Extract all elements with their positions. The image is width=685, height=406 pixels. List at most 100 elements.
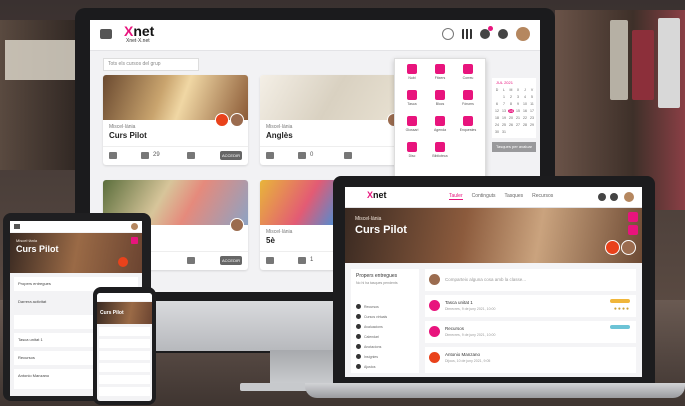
calendar-day[interactable]: 22	[522, 116, 528, 120]
calendar-day[interactable]: M	[508, 88, 514, 92]
logo[interactable]: Xnet	[124, 24, 154, 38]
no-notification-icon[interactable]	[187, 152, 195, 159]
edit-icon[interactable]	[131, 237, 138, 244]
list-item[interactable]	[99, 327, 150, 336]
menu-icon[interactable]	[100, 29, 112, 39]
list-item[interactable]	[99, 339, 150, 348]
calendar-day[interactable]: 26	[508, 123, 514, 127]
course-title[interactable]: Anglès	[266, 131, 293, 140]
chat-icon[interactable]	[610, 193, 618, 201]
list-item[interactable]	[99, 363, 150, 372]
sidebar-item[interactable]: Cursos virtuals	[356, 313, 387, 323]
feed-item[interactable]: Tasca unitat 1 Dimecres, 9 de juny 2021,…	[425, 295, 636, 317]
course-title[interactable]: 5è	[266, 236, 275, 245]
calendar-day[interactable]: 18	[494, 116, 500, 120]
app-item[interactable]: Glossari	[399, 115, 425, 137]
calendar-day[interactable]: 3	[515, 95, 521, 99]
chat-icon[interactable]	[498, 29, 508, 39]
access-button[interactable]: ACCEDIR	[220, 151, 242, 160]
calendar-day[interactable]: 1	[501, 95, 507, 99]
no-notification-icon[interactable]	[187, 257, 195, 264]
calendar-day[interactable]: 14	[508, 109, 514, 113]
chat-icon[interactable]	[109, 152, 117, 159]
calendar-day[interactable]: 10	[522, 102, 528, 106]
calendar-day[interactable]: 28	[522, 123, 528, 127]
pending-tasks-button[interactable]: Tasques per avaluar	[492, 142, 536, 152]
apps-grid-icon[interactable]	[462, 29, 472, 39]
no-notification-icon[interactable]	[344, 152, 352, 159]
chat-icon[interactable]	[266, 257, 274, 264]
app-item[interactable]: Agenda	[427, 115, 453, 137]
calendar-day[interactable]: J	[522, 88, 528, 92]
app-item[interactable]: Correu	[455, 63, 481, 85]
bell-icon[interactable]	[480, 26, 493, 39]
calendar-day[interactable]: 8	[508, 102, 514, 106]
avatar[interactable]	[516, 27, 530, 41]
tab-recursos[interactable]: Recursos	[532, 193, 553, 200]
logo[interactable]: Xnet	[367, 190, 387, 200]
app-item[interactable]: Tasca	[399, 89, 425, 111]
tab-tauler[interactable]: Tauler	[449, 193, 463, 200]
calendar-day[interactable]: L	[501, 88, 507, 92]
app-item[interactable]: Fòrums	[455, 89, 481, 111]
course-filter[interactable]: Tots els cursos del grup	[103, 58, 199, 71]
sidebar-item[interactable]: Recursos	[356, 303, 387, 313]
app-item[interactable]: Biblioteca	[427, 141, 453, 163]
calendar-day[interactable]: 13	[501, 109, 507, 113]
calendar-day[interactable]: V	[529, 88, 535, 92]
feed-item[interactable]: Recursos Dimecres, 9 de juny 2021, 10:00	[425, 321, 636, 343]
calendar-day[interactable]: 24	[494, 123, 500, 127]
calendar-day[interactable]: 5	[529, 95, 535, 99]
sidebar-item[interactable]: Ajustos	[356, 363, 387, 373]
calendar-day[interactable]: 23	[529, 116, 535, 120]
calendar-day[interactable]: 9	[515, 102, 521, 106]
sidebar-item[interactable]: Anotacions	[356, 343, 387, 353]
app-item[interactable]: Fitxers	[427, 63, 453, 85]
calendar-day[interactable]: X	[515, 88, 521, 92]
calendar-day[interactable]: 2	[508, 95, 514, 99]
list-item[interactable]	[99, 375, 150, 384]
tab-tasques[interactable]: Tasques	[505, 193, 524, 200]
calendar-day[interactable]: 17	[529, 109, 535, 113]
calendar-day[interactable]: 12	[494, 109, 500, 113]
avatar[interactable]	[131, 223, 138, 230]
add-icon[interactable]	[442, 28, 454, 40]
menu-icon[interactable]	[14, 224, 20, 229]
compose-box[interactable]: Comparteix alguna cosa amb la classe...	[425, 269, 636, 291]
chat-icon[interactable]	[266, 152, 274, 159]
avatar[interactable]	[624, 192, 634, 202]
settings-icon[interactable]	[628, 225, 638, 235]
calendar-day[interactable]: 4	[522, 95, 528, 99]
list-item[interactable]	[99, 387, 150, 396]
calendar-day[interactable]: 11	[529, 102, 535, 106]
feed-item[interactable]: Antonio Manzano Dijous, 10 de juny 2021,…	[425, 347, 636, 373]
calendar-day[interactable]: 27	[515, 123, 521, 127]
calendar-day[interactable]: D	[494, 88, 500, 92]
calendar-day[interactable]: 19	[501, 116, 507, 120]
calendar-day[interactable]: 25	[501, 123, 507, 127]
bell-icon[interactable]	[598, 193, 606, 201]
sidebar-item[interactable]: Insígnies	[356, 353, 387, 363]
course-title[interactable]: Curs Pilot	[109, 131, 147, 140]
access-button[interactable]: ACCEDIR	[220, 256, 242, 265]
calendar-day[interactable]: 21	[515, 116, 521, 120]
list-item[interactable]	[99, 351, 150, 360]
app-item[interactable]: Enquestes	[455, 115, 481, 137]
calendar-day[interactable]: 30	[494, 130, 500, 134]
app-item[interactable]: Nubi	[399, 63, 425, 85]
calendar-day[interactable]: 31	[501, 130, 507, 134]
calendar-day[interactable]: 7	[501, 102, 507, 106]
calendar-day[interactable]: 6	[494, 102, 500, 106]
course-card[interactable]: Miscel·lània Anglès 0	[260, 75, 405, 165]
sidebar-item[interactable]: Avaluacions	[356, 323, 387, 333]
calendar-day[interactable]: 15	[515, 109, 521, 113]
course-card[interactable]: Miscel·lània Curs Pilot 29 ACCEDIR	[103, 75, 248, 165]
calendar-day[interactable]: 20	[508, 116, 514, 120]
calendar-day[interactable]: 16	[522, 109, 528, 113]
app-item[interactable]: Disc	[399, 141, 425, 163]
tab-continguts[interactable]: Continguts	[472, 193, 496, 200]
calendar-day[interactable]: 29	[529, 123, 535, 127]
edit-icon[interactable]	[628, 212, 638, 222]
sidebar-item[interactable]: Calendari	[356, 333, 387, 343]
app-item[interactable]: Blocs	[427, 89, 453, 111]
